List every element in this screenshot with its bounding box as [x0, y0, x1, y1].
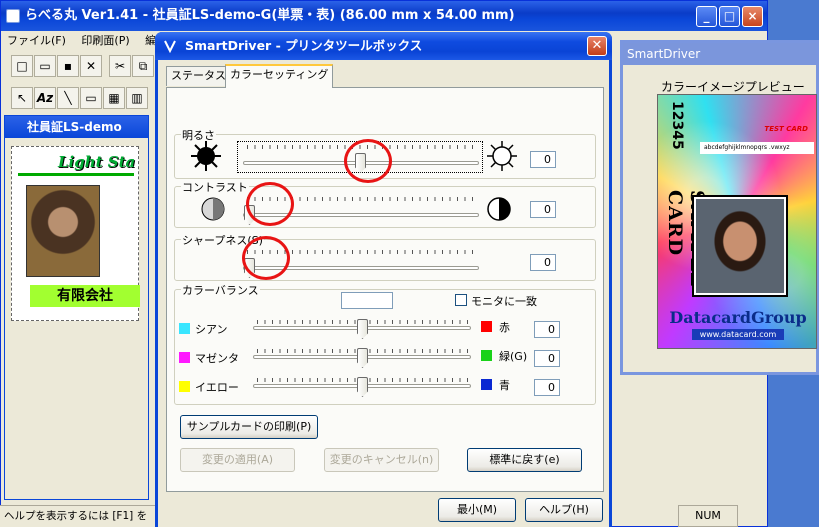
status-text: ヘルプを表示するには [F1] を [4, 510, 148, 522]
sharpness-highlight-circle [242, 236, 290, 280]
card-id-number: 12345 [669, 101, 685, 150]
contrast-group: コントラスト 0 [174, 179, 596, 228]
print-sample-card-button[interactable]: サンプルカードの印刷(P) [180, 415, 318, 439]
low-contrast-icon [201, 197, 225, 221]
red-label: 赤 [499, 321, 510, 334]
rect-tool-icon[interactable]: ▭ [80, 87, 102, 109]
contrast-highlight-circle [246, 182, 294, 226]
document-window[interactable]: 社員証LS-demo Light Sta 有限会社 [4, 115, 149, 500]
color-preview-box [341, 292, 393, 309]
dialog-title-bar[interactable]: SmartDriver - プリンタツールボックス [155, 32, 612, 60]
magenta-swatch [179, 352, 190, 363]
help-button[interactable]: ヘルプ(H) [525, 498, 603, 522]
card-url: www.datacard.com [692, 329, 784, 340]
card-logo-text: Light Sta [58, 153, 136, 171]
card-test-label: TEST CARD [764, 125, 808, 133]
minimize-dialog-button[interactable]: 最小(M) [438, 498, 516, 522]
minimize-button[interactable]: _ [696, 6, 717, 27]
red-swatch [481, 321, 492, 332]
cut-icon[interactable]: ✂ [109, 55, 131, 77]
menu-print-side[interactable]: 印刷面(P) [81, 34, 129, 47]
contrast-label: コントラスト [181, 179, 249, 195]
color-balance-label: カラーバランス [181, 282, 260, 298]
open-folder-icon[interactable]: ▭ [34, 55, 56, 77]
main-title-bar[interactable]: らべる丸 Ver1.41 - 社員証LS-demo-G(単票・表) (86.00… [1, 1, 767, 31]
monitor-match-label: モニタに一致 [471, 295, 537, 308]
preview-label: カラーイメージプレビュー [661, 80, 805, 94]
status-bar: ヘルプを表示するには [F1] を [0, 505, 160, 527]
copy-icon[interactable]: ⧉ [132, 55, 154, 77]
preview-title: SmartDriver [627, 47, 701, 61]
main-window-title: らべる丸 Ver1.41 - 社員証LS-demo-G(単票・表) (86.00… [25, 8, 515, 23]
yellow-label: イエロー [195, 381, 239, 394]
main-close-button[interactable]: × [742, 6, 763, 27]
printer-toolbox-dialog: SmartDriver - プリンタツールボックス ✕ ステータス カラーセッテ… [155, 32, 612, 527]
barcode-tool-icon[interactable]: ▥ [126, 87, 148, 109]
cyan-red-slider[interactable] [357, 319, 368, 339]
cancel-changes-button[interactable]: 変更のキャンセル(n) [324, 448, 439, 472]
high-contrast-icon [487, 197, 511, 221]
dialog-body: ステータス カラーセッティング 明るさ 0 コントラスト 0 シャープネス(S)… [158, 60, 609, 527]
document-title-bar[interactable]: 社員証LS-demo [5, 116, 148, 138]
monitor-match-checkbox[interactable] [455, 294, 467, 306]
sample-card-preview: 12345 TEST CARD abcdefghijklmnopqrs .vwx… [657, 94, 817, 349]
contrast-value[interactable]: 0 [530, 201, 556, 218]
sharpness-value[interactable]: 0 [530, 254, 556, 271]
image-tool-icon[interactable]: ▦ [103, 87, 125, 109]
card-brand: DatacardGroup [669, 308, 807, 327]
tab-status[interactable]: ステータス [166, 66, 231, 86]
card-design-canvas[interactable]: Light Sta 有限会社 [11, 146, 140, 321]
green-swatch [481, 350, 492, 361]
document-title: 社員証LS-demo [27, 120, 122, 134]
pointer-tool-icon[interactable]: ↖ [11, 87, 33, 109]
maximize-button[interactable]: □ [719, 6, 740, 27]
smartdriver-icon [164, 40, 176, 53]
brightness-value[interactable]: 0 [530, 151, 556, 168]
delete-icon[interactable]: ✕ [80, 55, 102, 77]
preview-window: SmartDriver カラーイメージプレビュー 12345 TEST CARD… [620, 40, 819, 375]
sharpness-group: シャープネス(S) 0 [174, 232, 596, 281]
preview-title-bar[interactable]: SmartDriver [623, 43, 816, 65]
line-tool-icon[interactable]: ╲ [57, 87, 79, 109]
magenta-green-slider[interactable] [357, 348, 368, 368]
menu-file[interactable]: ファイル(F) [7, 34, 66, 47]
apply-changes-button[interactable]: 変更の適用(A) [180, 448, 295, 472]
brightness-highlight-circle [344, 139, 392, 183]
yellow-swatch [179, 381, 190, 392]
save-icon[interactable]: ▪ [57, 55, 79, 77]
color-setting-panel: 明るさ 0 コントラスト 0 シャープネス(S) 0 カラーバランス モニタに一… [166, 87, 604, 492]
card-text-strip: abcdefghijklmnopqrs .vwxyz [700, 142, 814, 154]
yellow-blue-slider[interactable] [357, 377, 368, 397]
blue-swatch [481, 379, 492, 390]
cyan-red-value[interactable]: 0 [534, 321, 560, 338]
card-portrait [692, 195, 788, 297]
cyan-swatch [179, 323, 190, 334]
blue-label: 青 [499, 379, 510, 392]
magenta-label: マゼンタ [195, 352, 239, 365]
app-icon [6, 9, 20, 23]
card-photo [26, 185, 100, 277]
dark-sun-icon [191, 141, 221, 171]
card-company-text: 有限会社 [30, 285, 140, 307]
yellow-blue-value[interactable]: 0 [534, 379, 560, 396]
card-divider [18, 173, 134, 176]
reset-defaults-button[interactable]: 標準に戻す(e) [467, 448, 582, 472]
cyan-label: シアン [195, 323, 228, 336]
tab-color-setting[interactable]: カラーセッティング [225, 64, 334, 88]
color-balance-group: カラーバランス モニタに一致 シアン 赤 0 マゼンタ 緑(G) 0 イエロー … [174, 282, 596, 405]
light-sun-icon [487, 141, 517, 171]
magenta-green-value[interactable]: 0 [534, 350, 560, 367]
dialog-close-button[interactable]: ✕ [587, 36, 607, 56]
text-tool-icon[interactable]: Az [34, 87, 56, 109]
new-file-icon[interactable]: □ [11, 55, 33, 77]
num-lock-indicator: NUM [678, 505, 738, 527]
dialog-title: SmartDriver - プリンタツールボックス [185, 38, 423, 53]
green-label: 緑(G) [499, 350, 528, 363]
